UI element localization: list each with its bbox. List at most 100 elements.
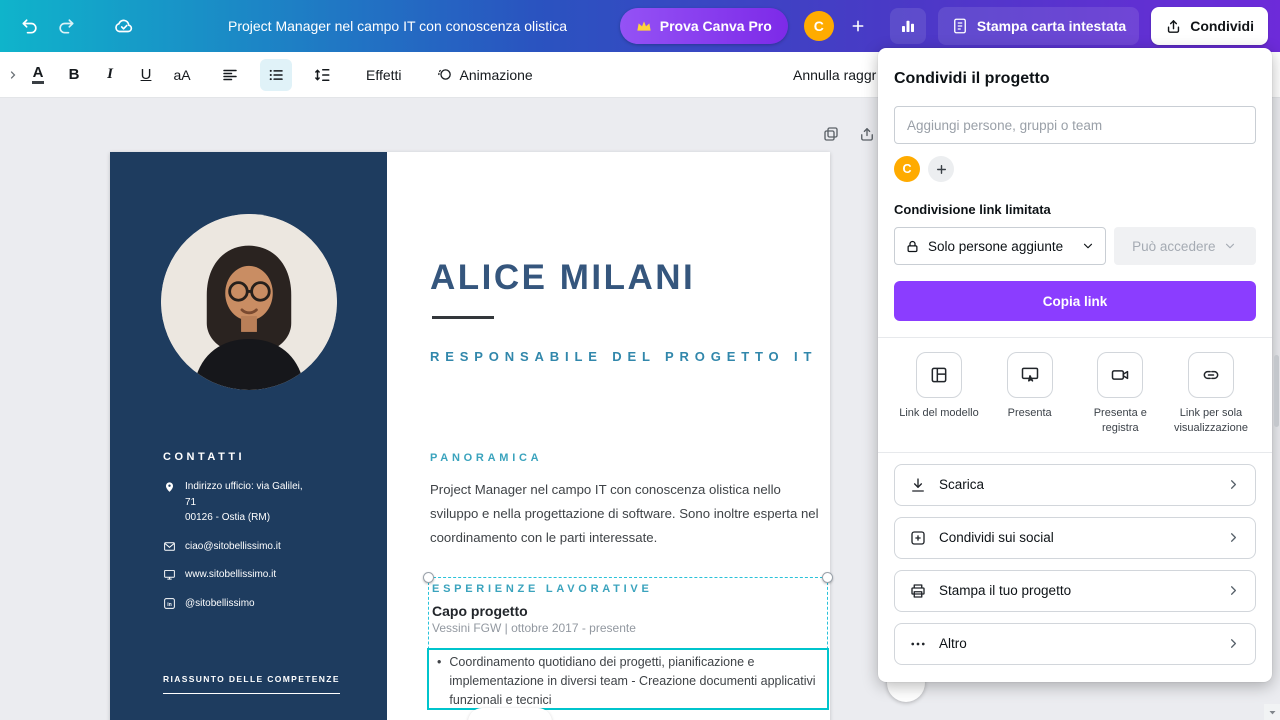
copy-link-button[interactable]: Copia link [894, 281, 1256, 321]
contact-address[interactable]: Indirizzo ufficio: via Galilei, 71 00126… [163, 479, 359, 526]
print-letterhead-button[interactable]: Stampa carta intestata [938, 7, 1139, 45]
job-meta[interactable]: Vessini FGW | ottobre 2017 - presente [432, 621, 827, 635]
animation-icon [436, 66, 453, 83]
cloud-save-status-button[interactable] [106, 8, 142, 44]
selection-handle-top-right[interactable] [822, 572, 833, 583]
italic-icon: I [107, 66, 113, 83]
print-project-menu-item[interactable]: Stampa il tuo progetto [894, 570, 1256, 612]
add-member-button[interactable] [840, 8, 876, 44]
ungroup-label: Annulla raggr [793, 67, 876, 83]
more-menu-item[interactable]: Altro [894, 623, 1256, 665]
more-dots-icon [909, 635, 927, 653]
printer-icon [909, 582, 927, 600]
undo-button[interactable] [12, 8, 48, 44]
resume-role[interactable]: RESPONSABILE DEL PROGETTO IT [430, 349, 817, 364]
bar-chart-icon [899, 17, 917, 35]
duplicate-page-button[interactable] [820, 123, 842, 145]
text-case-button[interactable]: aA [166, 59, 198, 91]
monitor-icon [163, 567, 176, 581]
chevron-down-icon [1223, 239, 1237, 253]
linkedin-icon: in [163, 596, 176, 610]
try-canva-pro-button[interactable]: Prova Canva Pro [620, 8, 788, 44]
download-menu-item[interactable]: Scarica [894, 464, 1256, 506]
contact-email-text: ciao@sitobellissimo.it [185, 539, 281, 555]
undo-icon [20, 16, 40, 36]
contacts-heading[interactable]: CONTATTI [163, 451, 359, 463]
template-link-icon [916, 352, 962, 398]
panel-scrollbar-thumb[interactable] [1274, 355, 1279, 427]
account-avatar[interactable]: C [804, 11, 834, 41]
canvas-scroll-down-button[interactable] [1264, 704, 1280, 720]
present-record-action[interactable]: Presenta e registra [1075, 352, 1165, 436]
more-label: Altro [939, 636, 967, 651]
present-action[interactable]: Presenta [985, 352, 1075, 436]
present-record-label: Presenta e registra [1075, 406, 1165, 436]
design-title[interactable]: Project Manager nel campo IT con conosce… [228, 18, 568, 34]
effects-button[interactable]: Effetti [356, 59, 412, 91]
contact-email[interactable]: ciao@sitobellissimo.it [163, 539, 359, 555]
permission-dropdown[interactable]: Può accedere [1114, 227, 1256, 265]
selection-handle-top-left[interactable] [423, 572, 434, 583]
contact-address-text: Indirizzo ufficio: via Galilei, 71 00126… [185, 479, 303, 526]
chevron-right-icon [1226, 583, 1241, 598]
social-share-icon [909, 529, 927, 547]
profile-photo[interactable] [161, 214, 337, 390]
line-spacing-button[interactable] [306, 59, 338, 91]
quick-actions-row: Link del modello Presenta Presenta e reg… [894, 352, 1256, 436]
add-people-input[interactable] [894, 106, 1256, 144]
contact-linkedin[interactable]: in @sitobellissimo [163, 596, 359, 612]
contact-website[interactable]: www.sitobellissimo.it [163, 567, 359, 583]
ungroup-button[interactable]: Annulla raggr [793, 52, 876, 98]
share-button[interactable]: Condividi [1151, 7, 1268, 45]
experience-heading[interactable]: ESPERIENZE LAVORATIVE [432, 583, 827, 595]
job-title[interactable]: Capo progetto [432, 603, 827, 619]
resume-name[interactable]: ALICE MILANI [430, 258, 695, 298]
selected-bullet-textbox[interactable]: Coordinamento quotidiano dei progetti, p… [427, 648, 829, 710]
location-pin-icon [163, 479, 176, 493]
redo-icon [56, 16, 76, 36]
share-social-label: Condividi sui social [939, 530, 1054, 545]
share-social-menu-item[interactable]: Condividi sui social [894, 517, 1256, 559]
access-dropdown[interactable]: Solo persone aggiunte [894, 227, 1106, 265]
template-link-action[interactable]: Link del modello [894, 352, 984, 436]
redo-button[interactable] [48, 8, 84, 44]
overview-heading[interactable]: PANORAMICA [430, 452, 542, 464]
view-only-link-action[interactable]: Link per sola visualizzazione [1166, 352, 1256, 436]
insights-button[interactable] [890, 8, 926, 44]
template-link-label: Link del modello [894, 406, 984, 421]
text-color-button[interactable]: A [22, 59, 54, 91]
resume-page[interactable]: CONTATTI Indirizzo ufficio: via Galilei,… [110, 152, 830, 720]
link-sharing-label: Condivisione link limitata [894, 202, 1256, 217]
line-spacing-icon [313, 66, 331, 84]
selected-experience-group[interactable]: ESPERIENZE LAVORATIVE Capo progetto Vess… [428, 577, 828, 709]
profile-photo-illustration [161, 214, 337, 390]
animation-button[interactable]: Animazione [426, 59, 543, 91]
overview-text[interactable]: Project Manager nel campo IT con conosce… [430, 478, 828, 550]
access-dropdown-label: Solo persone aggiunte [928, 239, 1073, 254]
permission-dropdown-label: Può accedere [1132, 239, 1215, 254]
chevron-right-icon [1226, 636, 1241, 651]
print-letterhead-label: Stampa carta intestata [977, 18, 1126, 34]
skills-summary-heading[interactable]: RIASSUNTO DELLE COMPETENZE [163, 674, 340, 694]
bullet-marker [437, 653, 449, 710]
align-left-icon [221, 66, 239, 84]
contact-linkedin-text: @sitobellissimo [185, 596, 255, 612]
panel-expand-chevron-icon[interactable] [6, 61, 20, 89]
contact-website-text: www.sitobellissimo.it [185, 567, 276, 583]
text-color-icon: A [32, 65, 45, 84]
bold-button[interactable]: B [58, 59, 90, 91]
export-page-button[interactable] [856, 123, 878, 145]
contact-list: Indirizzo ufficio: via Galilei, 71 00126… [163, 479, 359, 611]
cloud-check-icon [113, 15, 135, 37]
video-camera-icon [1097, 352, 1143, 398]
underline-button[interactable]: U [130, 59, 162, 91]
alignment-button[interactable] [214, 59, 246, 91]
resume-sidebar: CONTATTI Indirizzo ufficio: via Galilei,… [110, 152, 387, 720]
collaborator-avatar[interactable]: C [894, 156, 920, 182]
download-icon [909, 476, 927, 494]
page-indicator-pill[interactable] [468, 708, 552, 720]
italic-button[interactable]: I [94, 59, 126, 91]
print-project-label: Stampa il tuo progetto [939, 583, 1071, 598]
add-collaborator-button[interactable] [928, 156, 954, 182]
bullet-list-button[interactable] [260, 59, 292, 91]
